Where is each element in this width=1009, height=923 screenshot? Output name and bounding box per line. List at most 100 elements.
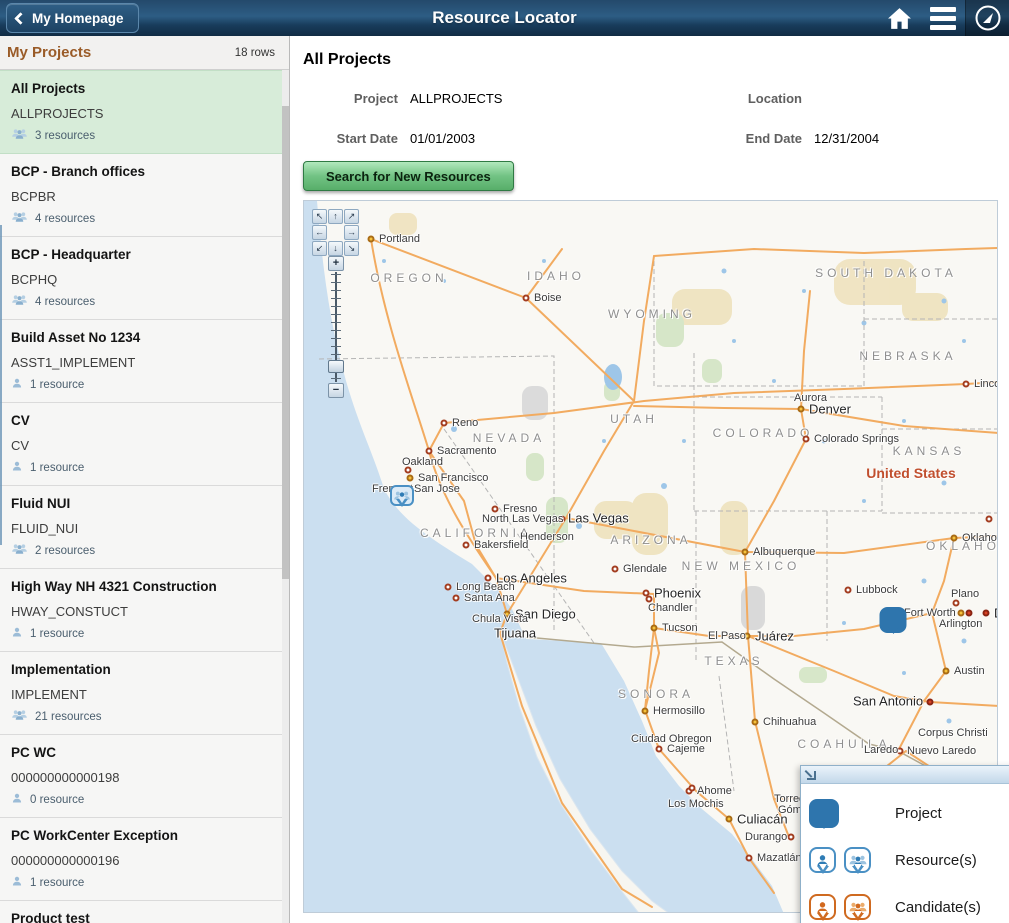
back-button[interactable]: My Homepage: [6, 3, 139, 33]
project-item-count: 4 resources: [35, 296, 95, 308]
city-dot: [803, 436, 810, 443]
country-label: United States: [866, 465, 955, 481]
sidebar-scrollbar-thumb[interactable]: [282, 106, 289, 579]
sidebar-scrollbar[interactable]: [282, 70, 289, 923]
city-dot: [966, 610, 973, 617]
content-heading: All Projects: [303, 51, 1009, 69]
state-label: COLORADO: [713, 426, 814, 440]
top-header: My Homepage Resource Locator: [0, 0, 1009, 36]
project-list-item[interactable]: All ProjectsALLPROJECTS 3 resources: [0, 70, 282, 154]
map-legend: Project Resource(s) Candidate(s): [800, 765, 1009, 923]
city-label: Nuevo Laredo: [907, 745, 976, 757]
zoom-slider-thumb[interactable]: [328, 360, 344, 373]
home-button[interactable]: [877, 0, 921, 36]
pan-up-button[interactable]: ↑: [328, 209, 343, 224]
project-item-code: ASST1_IMPLEMENT: [11, 353, 272, 372]
resource-locator-screen: My Homepage Resource Locator My Projects: [0, 0, 1009, 923]
city-dot: [986, 516, 993, 523]
back-button-label: My Homepage: [32, 11, 124, 26]
city-dot: [646, 596, 653, 603]
pan-right-button[interactable]: →: [344, 225, 359, 240]
city-label: Ahome: [697, 785, 732, 797]
pan-down-button[interactable]: ↓: [328, 241, 343, 256]
city-label: San Antonio: [853, 694, 923, 709]
city-dot: [612, 566, 619, 573]
pan-up-right-button[interactable]: ↗: [344, 209, 359, 224]
project-item-name: PC WC: [11, 743, 272, 762]
project-item-name: BCP - Branch offices: [11, 162, 272, 181]
city-label: Chihuahua: [763, 716, 816, 728]
navbar-button[interactable]: [965, 0, 1009, 36]
city-label: Reno: [452, 417, 478, 429]
project-list-item[interactable]: PC WC0000000000001980 resource: [0, 735, 282, 818]
state-label: KANSAS: [893, 444, 966, 458]
pan-up-left-button[interactable]: ↖: [312, 209, 327, 224]
city-label: Tulsa: [997, 513, 998, 525]
city-label: Phoenix: [654, 586, 701, 601]
resource-group-marker[interactable]: [390, 485, 414, 506]
search-new-resources-button[interactable]: Search for New Resources: [303, 161, 514, 191]
city-label: Denver: [809, 402, 851, 417]
group-icon: [11, 127, 28, 145]
project-list-item[interactable]: High Way NH 4321 ConstructionHWAY_CONSTU…: [0, 569, 282, 652]
state-label: TEXAS: [704, 654, 763, 668]
legend-row: Candidate(s): [809, 889, 1009, 923]
project-list-item[interactable]: Fluid NUIFLUID_NUI 2 resources: [0, 486, 282, 569]
project-list-item[interactable]: Implementation IMPLEMENT 21 resources: [0, 652, 282, 735]
sidebar-title: My Projects: [7, 44, 91, 61]
project-list-item[interactable]: BCP - Branch officesBCPBR 4 resources: [0, 154, 282, 237]
pan-left-button[interactable]: ←: [312, 225, 327, 240]
city-label: Las Vegas: [568, 511, 629, 526]
pan-down-right-button[interactable]: ↘: [344, 241, 359, 256]
group-icon: [11, 542, 28, 560]
project-list-item[interactable]: Product test: [0, 901, 282, 923]
city-label: Tucson: [662, 622, 698, 634]
city-dot: [726, 816, 733, 823]
state-label: UTAH: [610, 412, 658, 426]
header-actions: [877, 0, 1009, 36]
city-dot: [492, 506, 499, 513]
project-item-name: Implementation: [11, 660, 272, 679]
city-dot: [943, 668, 950, 675]
project-list-item[interactable]: CVCV1 resource: [0, 403, 282, 486]
city-label: Juárez: [755, 629, 794, 644]
city-dot: [746, 855, 753, 862]
city-label: El Paso: [708, 630, 746, 642]
end-date-value: 12/31/2004: [814, 131, 1009, 146]
city-dot: [953, 600, 960, 607]
state-label: IDAHO: [527, 269, 585, 283]
project-item-code: IMPLEMENT: [11, 685, 272, 704]
group-icon: [11, 293, 28, 311]
start-date-label: Start Date: [303, 131, 398, 146]
city-label: Lincoln: [974, 378, 998, 390]
project-item-resources: 1 resource: [11, 874, 272, 891]
project-item-name: CV: [11, 411, 272, 430]
end-date-label: End Date: [697, 131, 802, 146]
project-marker[interactable]: [880, 607, 907, 633]
hamburger-icon: [930, 7, 956, 30]
sidebar-edge-indicator: [0, 225, 2, 545]
project-item-resources: 4 resources: [11, 293, 272, 310]
navbar-compass-icon: [974, 4, 1002, 32]
zoom-out-button[interactable]: −: [328, 383, 344, 398]
project-list-item[interactable]: PC WorkCenter Exception0000000000001961 …: [0, 818, 282, 901]
project-item-resources: 21 resources: [11, 708, 272, 725]
project-item-name: High Way NH 4321 Construction: [11, 577, 272, 596]
project-list-item[interactable]: BCP - HeadquarterBCPHQ 4 resources: [0, 237, 282, 320]
person-icon: [11, 459, 23, 477]
city-dot: [453, 595, 460, 602]
legend-collapse-icon[interactable]: [806, 770, 816, 780]
zoom-slider-track[interactable]: [328, 272, 344, 382]
person-icon: [11, 791, 23, 809]
city-dot: [963, 381, 970, 388]
city-dot: [983, 610, 990, 617]
city-label: Los Mochis: [668, 798, 724, 810]
pan-down-left-button[interactable]: ↙: [312, 241, 327, 256]
project-item-code: CV: [11, 436, 272, 455]
project-list-item[interactable]: Build Asset No 1234ASST1_IMPLEMENT1 reso…: [0, 320, 282, 403]
zoom-in-button[interactable]: +: [328, 256, 344, 271]
state-label: SOUTH DAKOTA: [815, 266, 957, 280]
state-label: SONORA: [618, 687, 694, 701]
actions-menu-button[interactable]: [921, 0, 965, 36]
city-dot: [441, 420, 448, 427]
